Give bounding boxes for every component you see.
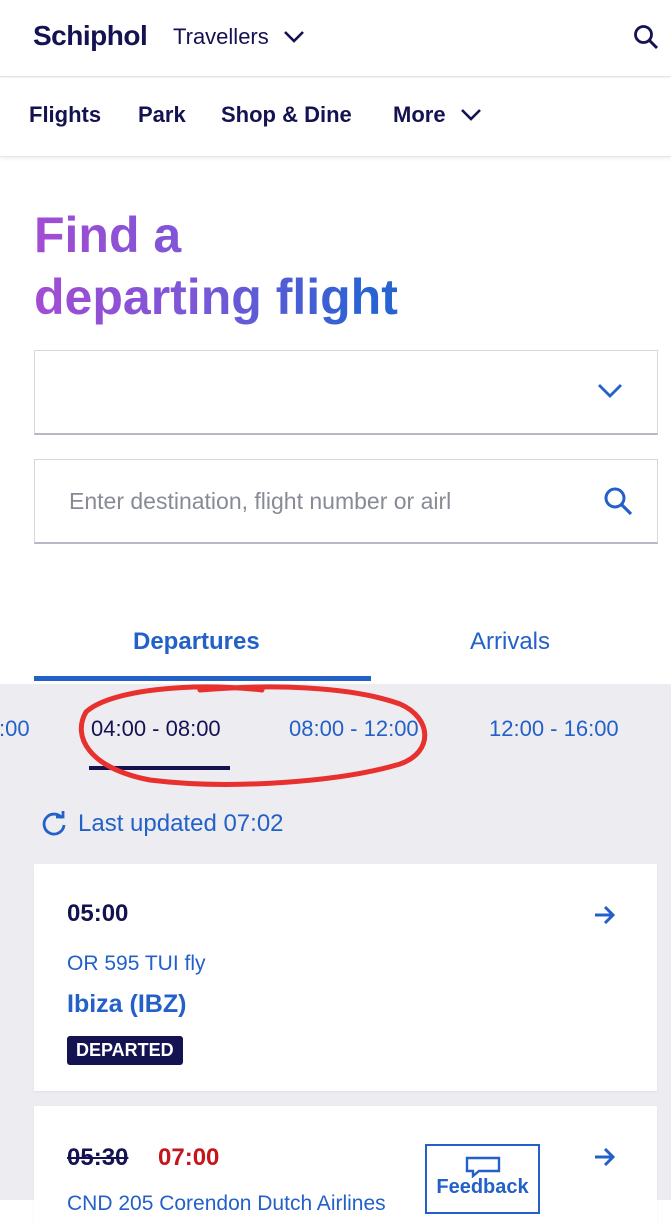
direction-tabs: Departures Arrivals: [0, 610, 671, 684]
flight-search-input[interactable]: [67, 482, 571, 520]
flight-number: OR 595 TUI fly: [67, 952, 206, 975]
time-slot-04-08[interactable]: 04:00 - 08:00: [91, 716, 221, 742]
time-slot-12-16[interactable]: 12:00 - 16:00: [489, 716, 619, 742]
audience-label: Travellers: [173, 24, 269, 49]
flight-card[interactable]: 05:30 07:00 CND 205 Corendon Dutch Airli…: [34, 1106, 657, 1226]
active-time-slot-indicator: [89, 766, 230, 770]
feedback-button[interactable]: Feedback: [425, 1144, 540, 1214]
departure-time: 05:00: [67, 900, 129, 927]
status-badge: DEPARTED: [67, 1036, 183, 1065]
scheduled-time: 05:30: [67, 1144, 129, 1171]
nav-item-more[interactable]: More: [393, 102, 482, 128]
arrow-right-icon[interactable]: [594, 906, 616, 924]
nav-item-shop-dine[interactable]: Shop & Dine: [221, 102, 352, 128]
expected-time: 07:00: [158, 1144, 220, 1171]
flight-card[interactable]: 05:00 OR 595 TUI fly Ibiza (IBZ) DEPARTE…: [34, 864, 657, 1091]
audience-switcher[interactable]: Travellers: [173, 24, 305, 50]
last-updated-text: Last updated 07:02: [78, 810, 284, 837]
search-icon[interactable]: [603, 486, 633, 516]
nav-item-flights[interactable]: Flights: [29, 102, 101, 128]
schiphol-logo[interactable]: Schiphol: [33, 20, 148, 52]
top-bar: Schiphol Travellers: [0, 0, 671, 77]
chevron-down-icon: [283, 31, 304, 43]
active-tab-indicator: [34, 676, 371, 681]
time-slot-previous[interactable]: :00: [0, 716, 30, 742]
date-select[interactable]: [34, 350, 658, 435]
arrow-right-icon[interactable]: [594, 1148, 616, 1166]
feedback-label: Feedback: [436, 1176, 529, 1198]
chevron-down-icon: [598, 384, 622, 398]
nav-item-park[interactable]: Park: [138, 102, 186, 128]
flight-number: CND 205 Corendon Dutch Airlines: [67, 1192, 386, 1215]
flight-destination: Ibiza (IBZ): [67, 990, 187, 1018]
tab-arrivals[interactable]: Arrivals: [470, 628, 550, 656]
last-updated[interactable]: Last updated 07:02: [40, 810, 284, 838]
main-navigation: Flights Park Shop & Dine More: [0, 78, 671, 157]
chevron-down-icon: [460, 109, 481, 121]
tab-departures[interactable]: Departures: [133, 628, 260, 656]
refresh-icon: [42, 811, 66, 836]
page-title: Find a departing flight: [34, 204, 504, 328]
search-icon[interactable]: [633, 24, 659, 50]
flight-search-field: [34, 459, 658, 544]
chat-bubble-icon: [465, 1156, 501, 1178]
time-slot-08-12[interactable]: 08:00 - 12:00: [289, 716, 419, 742]
